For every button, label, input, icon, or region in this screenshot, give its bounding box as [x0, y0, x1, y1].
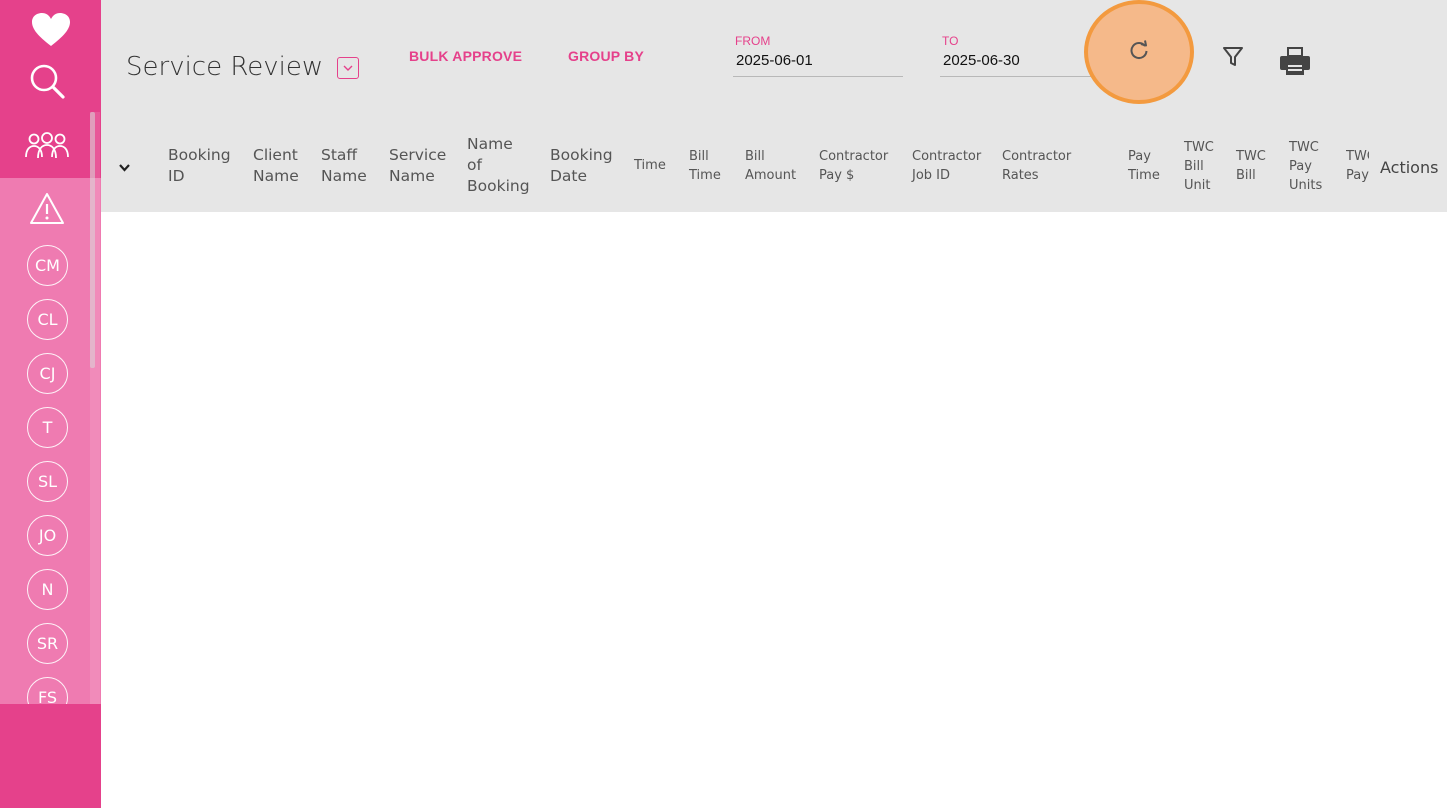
heart-logo-icon[interactable] [31, 12, 71, 48]
column-header-service-name[interactable]: Service Name [389, 145, 446, 187]
column-header-line: Bill [1184, 158, 1204, 174]
sidebar-bottom [0, 704, 101, 808]
column-header-twc-pay[interactable]: TWC Pay [1346, 148, 1369, 190]
column-header-line: Unit [1184, 177, 1211, 193]
avatar-client[interactable]: N [27, 569, 68, 610]
column-header-contractor-pay[interactable]: Contractor Pay $ [819, 148, 888, 186]
column-header-line: TWC [1236, 149, 1266, 164]
filter-icon[interactable] [1221, 44, 1245, 70]
from-date-field[interactable]: FROM 2025-06-01 [733, 32, 903, 77]
column-header-bill-time[interactable]: Bill Time [689, 148, 721, 186]
avatar-client[interactable]: SR [27, 623, 68, 664]
column-header-contractor-job-id[interactable]: Contractor Job ID [912, 148, 981, 186]
column-header-twc-bill[interactable]: TWC Bill [1236, 148, 1266, 186]
title-dropdown-button[interactable] [337, 57, 359, 79]
bulk-approve-button[interactable]: BULK APPROVE [409, 48, 522, 64]
avatar-client[interactable]: FS [27, 677, 68, 704]
column-header-line: Name [321, 166, 367, 185]
column-header-line: ID [168, 166, 185, 185]
column-header-line: Name [467, 135, 513, 153]
column-header-line: Pay $ [819, 167, 855, 183]
chevron-down-icon [342, 59, 354, 77]
column-header-line: Name [253, 166, 299, 185]
column-header-line: TWC [1289, 140, 1319, 155]
column-header-line: Name [389, 166, 435, 185]
avatar-client[interactable]: CJ [27, 353, 68, 394]
group-by-button[interactable]: GROUP BY [568, 48, 644, 64]
refresh-button[interactable] [1084, 0, 1194, 104]
to-date-label: TO [942, 34, 959, 48]
column-header-line: Booking [467, 176, 530, 195]
column-header-line: Time [634, 158, 666, 173]
alert-icon[interactable] [28, 190, 66, 228]
column-header-line: Bill [1236, 167, 1256, 183]
column-header-actions: Actions [1380, 157, 1438, 179]
column-header-line: TWC [1184, 140, 1214, 155]
from-date-label: FROM [735, 34, 771, 48]
to-date-input[interactable]: 2025-06-30 [943, 52, 1020, 69]
page-title: Service Review [126, 52, 324, 82]
column-header-line: Actions [1380, 158, 1439, 177]
from-date-input[interactable]: 2025-06-01 [736, 52, 813, 69]
column-header-line: Pay [1289, 158, 1312, 174]
column-header-line: Bill [689, 149, 709, 164]
avatar-client[interactable]: CM [27, 245, 68, 286]
column-header-line: Booking [550, 146, 613, 164]
avatar-client[interactable]: T [27, 407, 68, 448]
column-header-line: Rates [1002, 167, 1039, 183]
sidebar-scrollbar-thumb[interactable] [90, 112, 95, 368]
column-header-line: Contractor [1002, 149, 1072, 164]
toolbar: Service Review BULK APPROVE GROUP BY FRO… [101, 0, 1447, 124]
column-header-bill-amount[interactable]: Bill Amount [745, 148, 796, 186]
column-header-time[interactable]: Time [634, 157, 666, 176]
column-header-line: Bill [745, 149, 765, 164]
print-icon[interactable] [1277, 43, 1313, 79]
column-header-line: Amount [745, 167, 797, 183]
refresh-icon [1128, 39, 1150, 66]
column-header-booking-date[interactable]: Booking Date [550, 145, 613, 187]
column-header-contractor-rates[interactable]: Contractor Rates [1002, 148, 1071, 186]
column-header-line: of [467, 155, 482, 174]
column-header-staff-name[interactable]: Staff Name [321, 145, 367, 187]
sidebar-client-list: CM CL CJ T SL JO N SR FS [0, 178, 101, 704]
expand-all-chevron-icon[interactable] [118, 160, 131, 178]
sidebar-top [0, 0, 101, 178]
column-header-line: Staff [321, 146, 358, 164]
column-header-line: Time [1128, 167, 1160, 183]
column-header-line: Date [550, 166, 588, 185]
avatar-client[interactable]: JO [27, 515, 68, 556]
column-header-twc-bill-unit[interactable]: TWC Bill Unit [1184, 139, 1214, 196]
column-header-line: Job ID [912, 167, 951, 183]
column-header-line: TWC [1346, 149, 1369, 164]
column-header-twc-pay-units[interactable]: TWC Pay Units [1289, 139, 1322, 196]
column-header-line: Units [1289, 177, 1323, 193]
column-header-name-of-booking[interactable]: Name of Booking [467, 134, 530, 197]
table-body [101, 212, 1447, 808]
column-header-line: Contractor [912, 149, 982, 164]
users-icon[interactable] [24, 128, 70, 162]
column-header-line: Pay [1128, 149, 1151, 164]
sidebar: CM CL CJ T SL JO N SR FS [0, 0, 101, 808]
column-header-line: Booking [168, 146, 231, 164]
search-icon[interactable] [28, 62, 68, 102]
column-header-pay-time[interactable]: Pay Time [1128, 148, 1160, 186]
column-header-booking-id[interactable]: Booking ID [168, 145, 231, 187]
column-header-line: Pay [1346, 167, 1369, 183]
avatar-client[interactable]: CL [27, 299, 68, 340]
avatar-client[interactable]: SL [27, 461, 68, 502]
column-header-client-name[interactable]: Client Name [253, 145, 299, 187]
table-header: Booking ID Client Name Staff Name Servic… [101, 124, 1447, 212]
column-header-line: Time [689, 167, 721, 183]
column-header-line: Client [253, 146, 298, 164]
column-header-line: Service [389, 146, 447, 164]
column-header-line: Contractor [819, 149, 889, 164]
